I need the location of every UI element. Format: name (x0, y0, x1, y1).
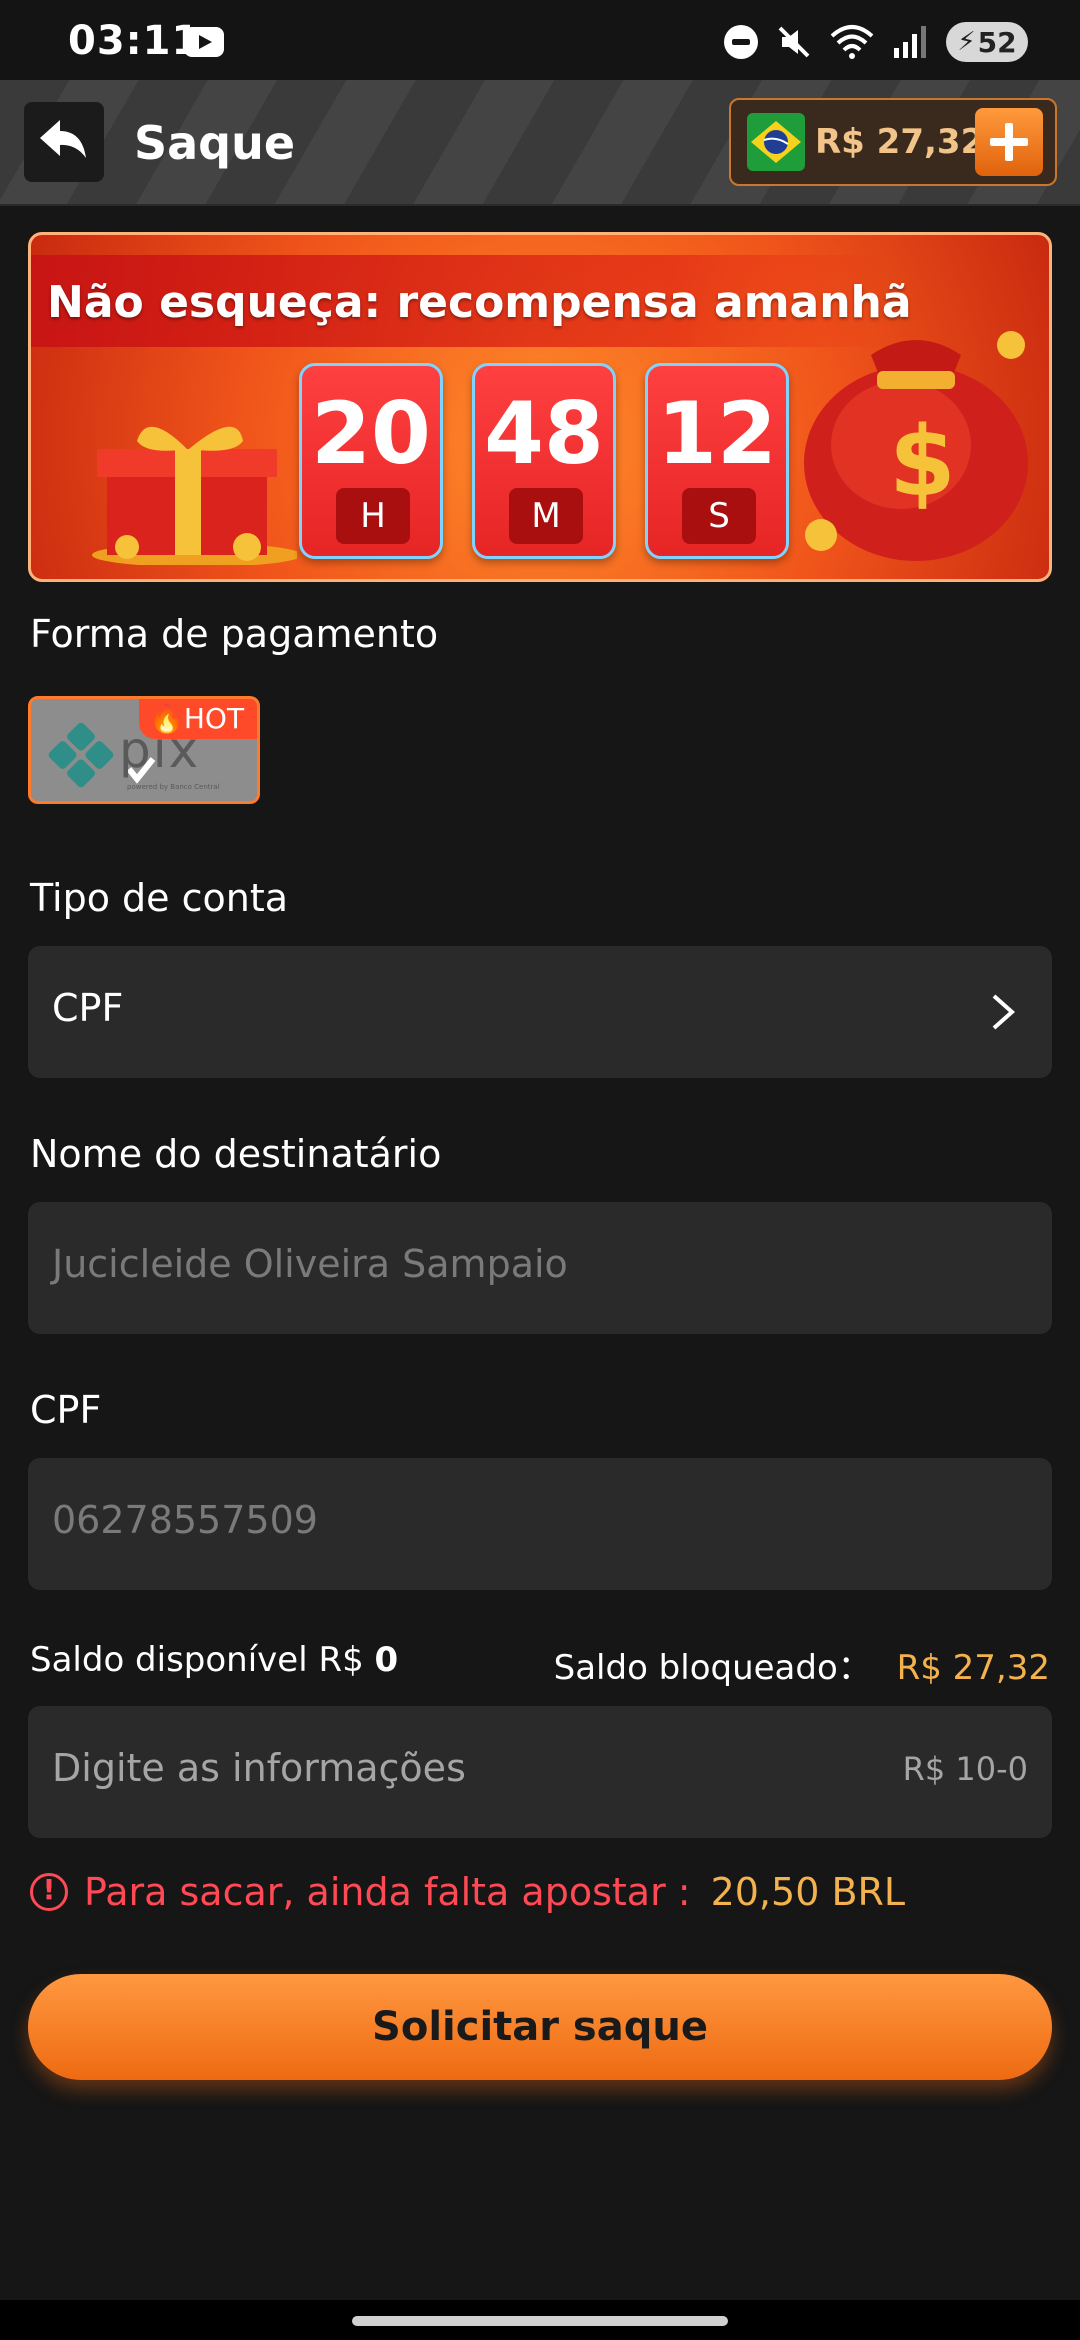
banner-title: Não esqueça: recompensa amanhã (47, 277, 912, 328)
page-title: Saque (134, 116, 296, 170)
hot-badge: 🔥HOT (139, 699, 257, 739)
recipient-name-value: Jucicleide Oliveira Sampaio (52, 1242, 568, 1286)
payment-method-label: Forma de pagamento (30, 612, 439, 656)
countdown-seconds-value: 12 (657, 384, 777, 484)
countdown-hours-unit: H (336, 488, 410, 544)
fire-icon: 🔥 (149, 702, 184, 735)
balance-pill[interactable]: R$ 27,32 (729, 98, 1057, 186)
hot-badge-label: HOT (183, 702, 245, 735)
countdown-hours: 20 H (299, 363, 443, 559)
balance-amount: R$ 27,32 (815, 122, 985, 162)
amount-range: R$ 10-0 (902, 1750, 1028, 1788)
battery-level: 52 (977, 25, 1017, 59)
pix-subtitle: powered by Banco Central (127, 783, 220, 791)
recipient-name-field[interactable]: Jucicleide Oliveira Sampaio (28, 1202, 1052, 1334)
status-bar: 03:11 ⚡ 52 (0, 0, 1080, 80)
plus-icon (990, 123, 1028, 161)
charging-icon: ⚡ (957, 27, 976, 57)
cpf-label: CPF (30, 1388, 102, 1432)
alert-circle-icon (30, 1873, 68, 1911)
pix-payment-option[interactable]: pix powered by Banco Central 🔥HOT (28, 696, 260, 804)
battery-icon: ⚡ 52 (946, 22, 1028, 62)
chevron-right-icon (992, 994, 1016, 1030)
back-arrow-icon (40, 120, 86, 158)
blocked-balance-label: Saldo bloqueado： (553, 1648, 872, 1688)
countdown-seconds-unit: S (682, 488, 756, 544)
gift-box-icon (92, 426, 297, 565)
countdown-seconds: 12 S (645, 363, 789, 559)
brazil-flag-icon (747, 113, 805, 171)
countdown-minutes-value: 48 (484, 384, 604, 484)
youtube-icon (184, 27, 224, 57)
svg-text:$: $ (889, 406, 956, 518)
cpf-value: 06278557509 (52, 1498, 318, 1542)
wager-warning: Para sacar, ainda falta apostar : 20,50 … (30, 1870, 905, 1914)
countdown-minutes: 48 M (472, 363, 616, 559)
signal-icon (894, 26, 926, 58)
money-bag-icon: $ (804, 331, 1028, 561)
wager-warning-text: Para sacar, ainda falta apostar : (84, 1870, 691, 1914)
home-gesture-handle[interactable] (352, 2316, 728, 2326)
account-type-label: Tipo de conta (30, 876, 289, 920)
dnd-icon (724, 25, 758, 59)
mute-icon (778, 26, 810, 58)
deposit-plus-button[interactable] (975, 108, 1043, 176)
countdown-minutes-unit: M (509, 488, 583, 544)
blocked-balance: Saldo bloqueado： R$ 27,32 (554, 1640, 1050, 1689)
reward-banner[interactable]: Não esqueça: recompensa amanhã $ 20 H 48… (28, 232, 1052, 582)
cpf-field[interactable]: 06278557509 (28, 1458, 1052, 1590)
available-balance-value: 0 (374, 1640, 399, 1680)
wifi-icon (830, 25, 874, 59)
account-type-value: CPF (52, 986, 124, 1030)
system-nav-bar (0, 2300, 1080, 2340)
blocked-balance-value: R$ 27,32 (896, 1648, 1050, 1688)
countdown-hours-value: 20 (311, 384, 431, 484)
wager-warning-amount: 20,50 BRL (710, 1870, 906, 1914)
status-icons: ⚡ 52 (724, 22, 1028, 62)
status-time: 03:11 (68, 18, 201, 64)
available-balance: Saldo disponível R$ 0 (30, 1640, 398, 1680)
request-withdrawal-button[interactable]: Solicitar saque (28, 1974, 1052, 2080)
amount-input[interactable]: Digite as informações R$ 10-0 (28, 1706, 1052, 1838)
recipient-name-label: Nome do destinatário (30, 1132, 442, 1176)
app-header: Saque R$ 27,32 (0, 80, 1080, 206)
available-balance-label: Saldo disponível R$ (30, 1640, 364, 1680)
amount-placeholder: Digite as informações (52, 1746, 466, 1790)
back-button[interactable] (24, 102, 104, 182)
account-type-select[interactable]: CPF (28, 946, 1052, 1078)
